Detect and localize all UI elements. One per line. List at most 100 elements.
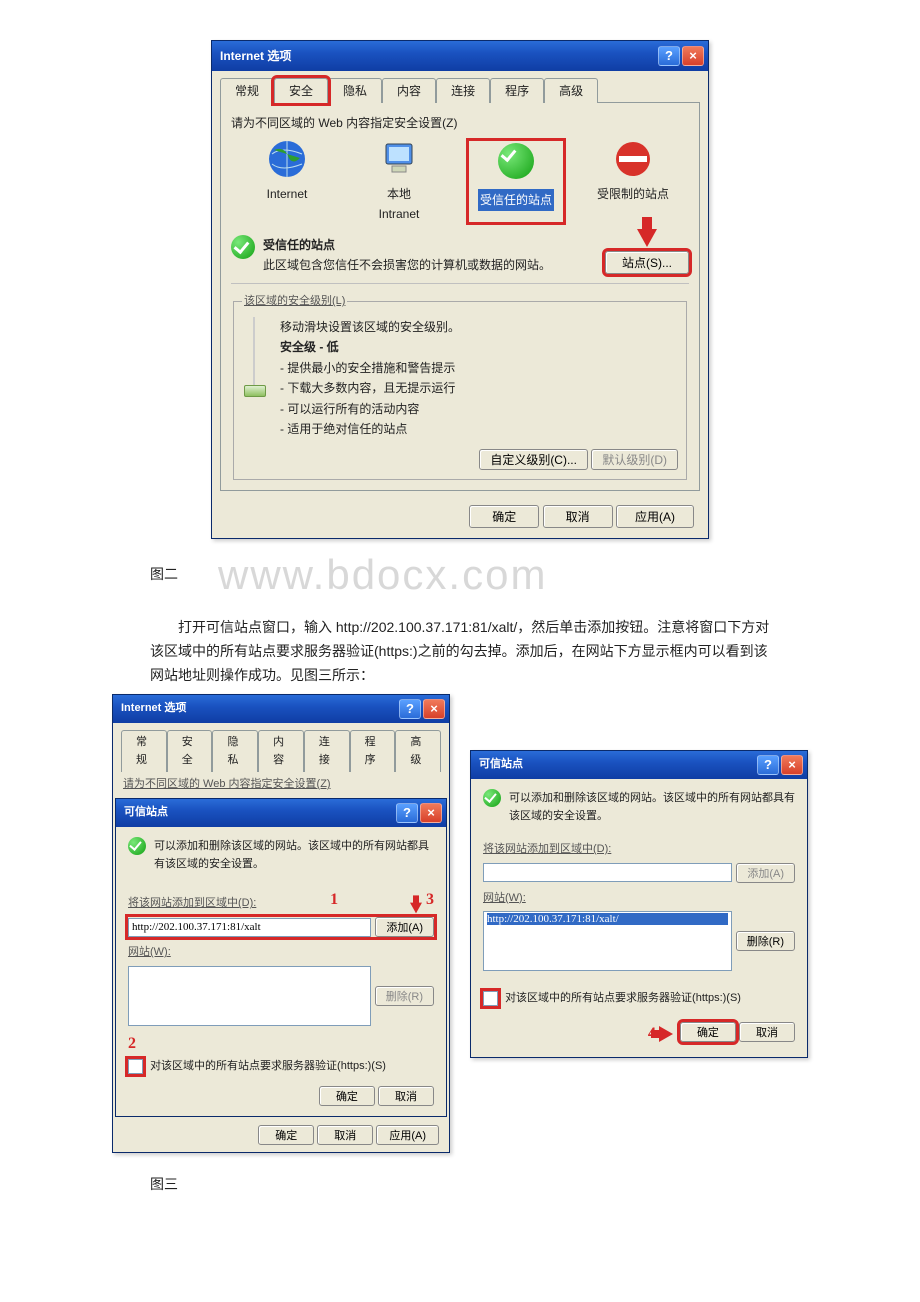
computer-icon bbox=[378, 138, 420, 180]
close-icon[interactable]: × bbox=[781, 755, 803, 775]
tab-row: 常规 安全 隐私 内容 连接 程序 高级 bbox=[212, 71, 708, 102]
https-checkbox[interactable] bbox=[128, 1059, 143, 1074]
tab-security[interactable]: 安全 bbox=[167, 730, 213, 772]
callout-1: 1 bbox=[330, 886, 338, 913]
prohibited-icon bbox=[612, 138, 654, 180]
titlebar[interactable]: 可信站点 ? × bbox=[116, 799, 446, 827]
default-level-button[interactable]: 默认级别(D) bbox=[591, 449, 678, 470]
watermark-text: www.bdocx.com bbox=[218, 539, 547, 610]
close-icon[interactable]: × bbox=[423, 699, 445, 719]
figure-caption-3: 图三 bbox=[150, 1173, 820, 1197]
security-slider[interactable] bbox=[242, 317, 266, 397]
level-name: 安全级 - 低 bbox=[280, 340, 339, 354]
zone-prompt: 请为不同区域的 Web 内容指定安全设置(Z) bbox=[113, 771, 449, 798]
tab-privacy[interactable]: 隐私 bbox=[328, 78, 382, 103]
zone-restricted[interactable]: 受限制的站点 bbox=[588, 138, 678, 225]
checkmark-icon bbox=[495, 143, 537, 185]
titlebar[interactable]: 可信站点 ? × bbox=[471, 751, 807, 779]
tab-advanced[interactable]: 高级 bbox=[395, 730, 441, 772]
zone-trusted[interactable]: 受信任的站点 bbox=[466, 138, 566, 225]
internet-options-dialog: Internet 选项 ? × 常规 安全 隐私 内容 连接 程序 高级 请为不… bbox=[211, 40, 709, 539]
help-icon[interactable]: ? bbox=[396, 803, 418, 823]
tab-content[interactable]: 内容 bbox=[382, 78, 436, 103]
sites-list[interactable] bbox=[128, 966, 371, 1026]
trusted-desc: 此区域包含您信任不会损害您的计算机或数据的网站。 bbox=[263, 258, 551, 272]
ok-button[interactable]: 确定 bbox=[680, 1022, 736, 1042]
callout-3: 3 bbox=[426, 886, 434, 913]
apply-button[interactable]: 应用(A) bbox=[616, 505, 694, 528]
add-label: 将该网站添加到区域中(D): bbox=[128, 894, 256, 913]
tab-content[interactable]: 内容 bbox=[258, 730, 304, 772]
level-line-3: - 适用于绝对信任的站点 bbox=[280, 419, 678, 439]
cancel-button[interactable]: 取消 bbox=[317, 1125, 373, 1145]
zone-intranet[interactable]: 本地 Intranet bbox=[354, 138, 444, 225]
tab-advanced[interactable]: 高级 bbox=[544, 78, 598, 103]
add-label: 将该网站添加到区域中(D): bbox=[483, 840, 795, 859]
ok-button[interactable]: 确定 bbox=[258, 1125, 314, 1145]
ok-button[interactable]: 确定 bbox=[469, 505, 539, 528]
checkmark-icon bbox=[128, 837, 146, 855]
zone-prompt: 请为不同区域的 Web 内容指定安全设置(Z) bbox=[231, 113, 689, 133]
remove-button[interactable]: 删除(R) bbox=[736, 931, 795, 951]
zone-internet[interactable]: Internet bbox=[242, 138, 332, 225]
trusted-desc: 可以添加和删除该区域的网站。该区域中的所有网站都具有该区域的安全设置。 bbox=[509, 789, 795, 826]
level-line-1: - 下载大多数内容，且无提示运行 bbox=[280, 378, 678, 398]
https-checkbox[interactable] bbox=[483, 991, 498, 1006]
add-button[interactable]: 添加(A) bbox=[736, 863, 795, 883]
help-icon[interactable]: ? bbox=[399, 699, 421, 719]
security-level-group: 该区域的安全级别(L) 移动滑块设置该区域的安全级别。 安全级 - 低 - 提供… bbox=[233, 292, 687, 479]
globe-icon bbox=[266, 138, 308, 180]
tab-connection[interactable]: 连接 bbox=[304, 730, 350, 772]
title-text: 可信站点 bbox=[479, 755, 523, 774]
trusted-desc: 可以添加和删除该区域的网站。该区域中的所有网站都具有该区域的安全设置。 bbox=[154, 837, 434, 874]
cancel-button[interactable]: 取消 bbox=[378, 1086, 434, 1106]
red-arrow-down-icon bbox=[637, 229, 657, 247]
tab-privacy[interactable]: 隐私 bbox=[212, 730, 258, 772]
sites-label: 网站(W): bbox=[128, 943, 434, 962]
remove-button[interactable]: 删除(R) bbox=[375, 986, 434, 1006]
title-text: Internet 选项 bbox=[220, 46, 291, 66]
tab-panel: 请为不同区域的 Web 内容指定安全设置(Z) Internet bbox=[220, 102, 700, 490]
red-arrow-down-icon bbox=[410, 903, 422, 914]
tab-security[interactable]: 安全 bbox=[274, 78, 328, 103]
tab-programs[interactable]: 程序 bbox=[490, 78, 544, 103]
callout-2: 2 bbox=[128, 1030, 434, 1057]
cancel-button[interactable]: 取消 bbox=[543, 505, 613, 528]
titlebar[interactable]: Internet 选项 ? × bbox=[113, 695, 449, 723]
level-line-2: - 可以运行所有的活动内容 bbox=[280, 399, 678, 419]
slider-help: 移动滑块设置该区域的安全级别。 bbox=[280, 317, 678, 337]
sites-list[interactable]: http://202.100.37.171:81/xalt/ bbox=[483, 911, 732, 971]
trusted-sites-dialog-after: 可信站点 ? × 可以添加和删除该区域的网站。该区域中的所有网站都具有该区域的安… bbox=[470, 750, 808, 1059]
checkmark-icon bbox=[231, 235, 255, 259]
level-line-0: - 提供最小的安全措施和警告提示 bbox=[280, 358, 678, 378]
ok-button[interactable]: 确定 bbox=[319, 1086, 375, 1106]
close-icon[interactable]: × bbox=[682, 46, 704, 66]
close-icon[interactable]: × bbox=[420, 803, 442, 823]
https-label: 对该区域中的所有站点要求服务器验证(https:)(S) bbox=[150, 1060, 386, 1072]
add-button[interactable]: 添加(A) bbox=[375, 917, 434, 937]
red-arrow-right-icon bbox=[659, 1026, 673, 1042]
tab-general[interactable]: 常规 bbox=[121, 730, 167, 772]
internet-options-small-dialog: Internet 选项 ? × 常规 安全 隐私 内容 连接 程序 高级 请为不… bbox=[112, 694, 450, 1154]
site-item[interactable]: http://202.100.37.171:81/xalt/ bbox=[487, 913, 728, 925]
add-site-input[interactable] bbox=[483, 863, 732, 882]
sites-label: 网站(W): bbox=[483, 889, 795, 908]
sites-button[interactable]: 站点(S)... bbox=[605, 251, 689, 274]
help-icon[interactable]: ? bbox=[658, 46, 680, 66]
apply-button[interactable]: 应用(A) bbox=[376, 1125, 439, 1145]
paragraph-1: 打开可信站点窗口，输入 http://202.100.37.171:81/xal… bbox=[150, 616, 820, 687]
level-title[interactable]: 该区域的安全级别(L) bbox=[244, 295, 345, 307]
add-site-input[interactable] bbox=[128, 918, 371, 937]
https-label: 对该区域中的所有站点要求服务器验证(https:)(S) bbox=[505, 992, 741, 1004]
tab-programs[interactable]: 程序 bbox=[350, 730, 396, 772]
tab-general[interactable]: 常规 bbox=[220, 78, 274, 103]
trusted-title: 受信任的站点 bbox=[263, 238, 335, 252]
cancel-button[interactable]: 取消 bbox=[739, 1022, 795, 1042]
figure-caption-2: 图二 bbox=[150, 563, 178, 587]
trusted-sites-dialog: 可信站点 ? × 可以添加和删除该区域的网站。该区域中的所有网站都具有该区域的安… bbox=[115, 798, 447, 1118]
tab-connection[interactable]: 连接 bbox=[436, 78, 490, 103]
custom-level-button[interactable]: 自定义级别(C)... bbox=[479, 449, 588, 470]
help-icon[interactable]: ? bbox=[757, 755, 779, 775]
titlebar[interactable]: Internet 选项 ? × bbox=[212, 41, 708, 71]
checkmark-icon bbox=[483, 789, 501, 807]
